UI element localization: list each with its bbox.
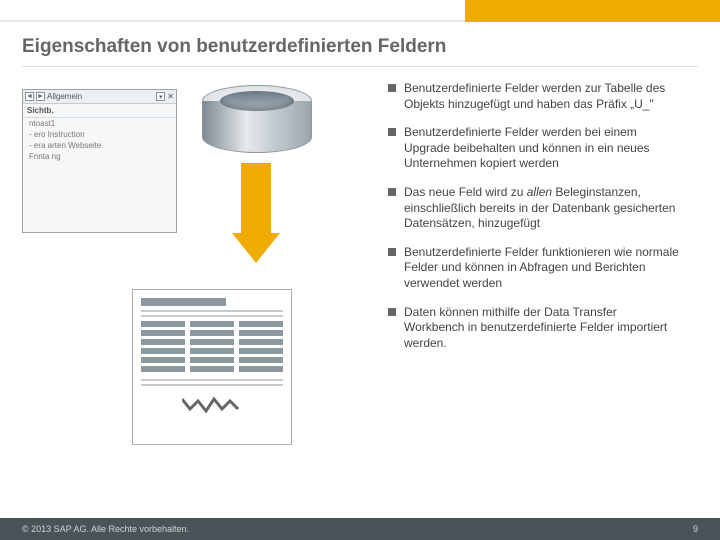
- slide-title: Eigenschaften von benutzerdefinierten Fe…: [0, 22, 720, 66]
- panel-tab: Allgemein: [47, 92, 154, 101]
- section-header: Sichtb.: [23, 104, 176, 118]
- list-item: Fnnta ng: [23, 151, 176, 162]
- bullet-text: Das neue Feld wird zu allen Beleginstanz…: [404, 185, 680, 232]
- dropdown-icon[interactable]: ▾: [156, 92, 165, 101]
- bullet-item: Daten können mithilfe der Data Transfer …: [388, 305, 680, 352]
- document-icon: [132, 289, 292, 445]
- divider: [22, 66, 698, 67]
- chart-squiggle-icon: [141, 390, 283, 420]
- footer: © 2013 SAP AG. Alle Rechte vorbehalten. …: [0, 518, 720, 540]
- bullet-marker: [388, 84, 396, 92]
- bullet-marker: [388, 128, 396, 136]
- copyright: © 2013 SAP AG. Alle Rechte vorbehalten.: [22, 524, 189, 534]
- list-item: ntoast1: [23, 118, 176, 129]
- top-bar: [0, 0, 720, 22]
- bullet-marker: [388, 188, 396, 196]
- close-icon[interactable]: ✕: [167, 92, 174, 101]
- properties-panel: ◄ ► Allgemein ▾ ✕ Sichtb. ntoast1 - ero …: [22, 89, 177, 233]
- database-cylinder-icon: [202, 85, 312, 153]
- panel-header: ◄ ► Allgemein ▾ ✕: [23, 90, 176, 104]
- bullet-text: Benutzerdefinierte Felder funktionieren …: [404, 245, 680, 292]
- nav-left-icon[interactable]: ◄: [25, 92, 34, 101]
- bullet-item: Benutzerdefinierte Felder werden zur Tab…: [388, 81, 680, 112]
- list-item: - ero Instruction: [23, 129, 176, 140]
- bullet-text: Benutzerdefinierte Felder werden bei ein…: [404, 125, 680, 172]
- content-area: ◄ ► Allgemein ▾ ✕ Sichtb. ntoast1 - ero …: [0, 81, 720, 364]
- bullet-column: Benutzerdefinierte Felder werden zur Tab…: [370, 81, 680, 364]
- bullet-text: Benutzerdefinierte Felder werden zur Tab…: [404, 81, 680, 112]
- page-number: 9: [693, 524, 698, 534]
- bullet-marker: [388, 248, 396, 256]
- list-item: - era arten Webseite: [23, 140, 176, 151]
- gold-accent: [465, 0, 720, 22]
- down-arrow-icon: [232, 163, 280, 273]
- bullet-item: Benutzerdefinierte Felder werden bei ein…: [388, 125, 680, 172]
- bullet-item: Das neue Feld wird zu allen Beleginstanz…: [388, 185, 680, 232]
- bullet-text: Daten können mithilfe der Data Transfer …: [404, 305, 680, 352]
- nav-right-icon[interactable]: ►: [36, 92, 45, 101]
- illustration-column: ◄ ► Allgemein ▾ ✕ Sichtb. ntoast1 - ero …: [22, 81, 370, 364]
- bullet-item: Benutzerdefinierte Felder funktionieren …: [388, 245, 680, 292]
- bullet-marker: [388, 308, 396, 316]
